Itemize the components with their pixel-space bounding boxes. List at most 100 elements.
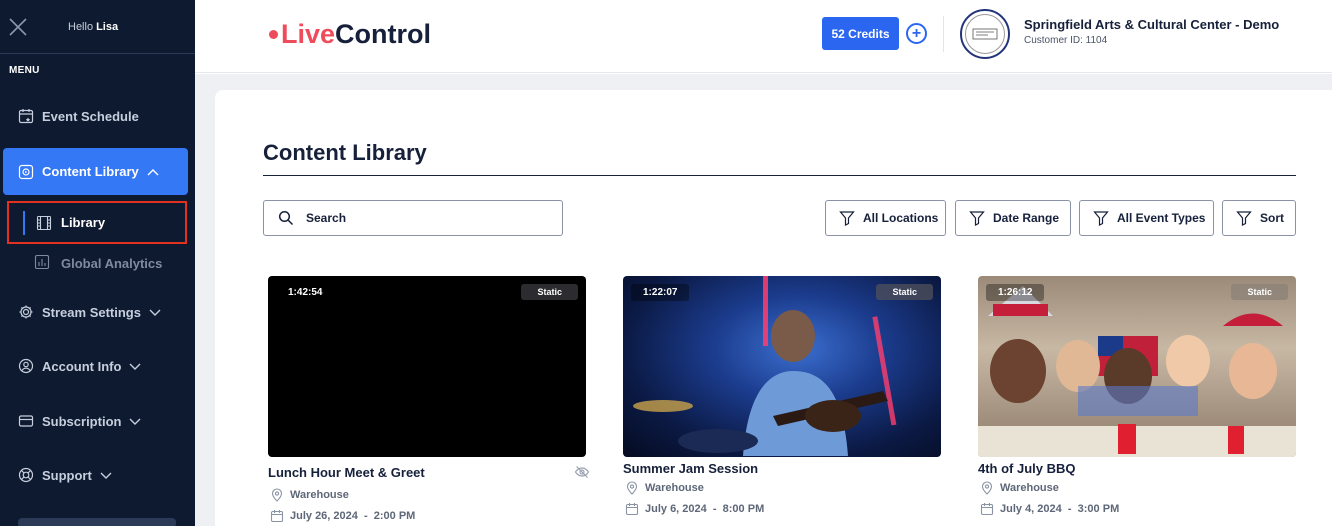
location-text: Warehouse <box>1000 482 1059 494</box>
static-badge: Static <box>876 284 933 300</box>
filter-date-range-button[interactable]: Date Range <box>955 200 1071 236</box>
duration-badge: 1:22:07 <box>631 284 690 301</box>
active-indicator <box>23 211 25 235</box>
calendar-icon <box>270 509 284 523</box>
sidebar-item-label: Subscription <box>42 414 141 429</box>
sidebar-item-content-library[interactable]: Content Library <box>3 148 188 195</box>
org-name: Springfield Arts & Cultural Center - Dem… <box>1024 17 1280 32</box>
event-location: Warehouse <box>625 481 704 495</box>
user-circle-icon <box>18 358 34 374</box>
sidebar-item-account-info[interactable]: Account Info <box>0 348 195 384</box>
event-thumbnail[interactable]: 1:42:54 Static <box>268 276 586 457</box>
user-name: Lisa <box>96 21 119 33</box>
map-pin-icon <box>625 481 639 495</box>
sidebar-header: Hello Lisa <box>0 0 195 54</box>
plus-icon: + <box>911 24 922 42</box>
top-header: Live Control 52 Credits + Springfield Art… <box>195 0 1332 73</box>
sidebar: Hello Lisa MENU Event Schedule Content Li… <box>0 0 195 526</box>
date-text: July 26, 2024 - 2:00 PM <box>290 510 416 522</box>
search-input[interactable] <box>306 211 546 225</box>
close-icon[interactable] <box>8 17 28 37</box>
film-icon <box>36 215 52 234</box>
duration-badge: 1:26:12 <box>986 284 1045 301</box>
sidebar-item-label: Account Info <box>42 359 141 374</box>
sidebar-item-label: Content Library <box>42 164 159 179</box>
sidebar-subitem-label: Global Analytics <box>61 256 163 271</box>
static-badge: Static <box>521 284 578 300</box>
sidebar-item-label: Event Schedule <box>42 108 139 124</box>
filter-label: Date Range <box>993 211 1060 225</box>
sidebar-item-event-schedule[interactable]: Event Schedule <box>0 98 195 134</box>
bbq-photo <box>978 286 1296 457</box>
org-logo-icon <box>965 14 1005 54</box>
location-text: Warehouse <box>645 482 704 494</box>
map-pin-icon <box>980 481 994 495</box>
filter-event-types-button[interactable]: All Event Types <box>1079 200 1214 236</box>
lifebuoy-icon <box>18 467 34 483</box>
event-date: July 26, 2024 - 2:00 PM <box>270 509 415 523</box>
filter-icon <box>839 210 855 226</box>
event-date: July 4, 2024 - 3:00 PM <box>980 502 1119 516</box>
search-box[interactable] <box>263 200 563 236</box>
credit-card-icon <box>18 413 34 429</box>
customer-id: Customer ID: 1104 <box>1024 35 1108 46</box>
sidebar-item-support[interactable]: Support <box>0 457 195 493</box>
chevron-down-icon <box>129 414 141 429</box>
location-text: Warehouse <box>290 489 349 501</box>
page-title: Content Library <box>263 140 427 165</box>
filter-icon <box>1236 210 1252 226</box>
sidebar-subitem-library[interactable]: Library <box>7 201 187 244</box>
sidebar-bottom-element <box>18 518 176 526</box>
logo-dot <box>269 30 278 39</box>
event-location: Warehouse <box>980 481 1059 495</box>
sidebar-subitem-label: Library <box>61 215 106 230</box>
credits-button[interactable]: 52 Credits <box>822 17 899 50</box>
sidebar-item-label: Support <box>42 468 112 483</box>
title-divider <box>263 175 1296 176</box>
logo-live-text: Live <box>281 19 336 49</box>
add-credits-button[interactable]: + <box>906 23 927 44</box>
calendar-icon <box>980 502 994 516</box>
calendar-star-icon <box>18 108 34 124</box>
event-title[interactable]: 4th of July BBQ <box>978 461 1076 476</box>
filter-label: All Locations <box>863 211 939 225</box>
event-thumbnail[interactable]: 1:26:12 Static <box>978 276 1296 457</box>
filter-label: All Event Types <box>1117 211 1206 225</box>
filter-icon <box>1093 210 1109 226</box>
sidebar-subitem-global-analytics[interactable]: Global Analytics <box>34 254 162 273</box>
chevron-up-icon <box>147 164 159 179</box>
chevron-down-icon <box>149 305 161 320</box>
app-logo[interactable]: Live Control <box>269 19 431 50</box>
duration-badge: 1:42:54 <box>288 287 323 298</box>
date-text: July 4, 2024 - 3:00 PM <box>1000 503 1120 515</box>
sort-button[interactable]: Sort <box>1222 200 1296 236</box>
date-text: July 6, 2024 - 8:00 PM <box>645 503 765 515</box>
logo-control-text: Control <box>335 19 432 49</box>
filter-icon <box>969 210 985 226</box>
sidebar-item-label: Stream Settings <box>42 305 161 320</box>
concert-photo <box>633 276 897 456</box>
event-title[interactable]: Lunch Hour Meet & Greet <box>268 465 425 480</box>
calendar-icon <box>625 502 639 516</box>
chevron-down-icon <box>100 468 112 483</box>
header-divider <box>943 16 944 52</box>
filter-label: Sort <box>1260 211 1284 225</box>
greeting: Hello Lisa <box>68 21 119 33</box>
sidebar-item-stream-settings[interactable]: Stream Settings <box>0 294 195 330</box>
chevron-down-icon <box>129 359 141 374</box>
event-thumbnail[interactable]: 1:22:07 Static <box>623 276 941 457</box>
event-date: July 6, 2024 - 8:00 PM <box>625 502 764 516</box>
bar-chart-icon <box>34 254 50 273</box>
org-avatar[interactable] <box>960 9 1010 59</box>
search-icon <box>278 210 294 226</box>
event-title[interactable]: Summer Jam Session <box>623 461 758 476</box>
map-pin-icon <box>270 488 284 502</box>
gear-icon <box>18 304 34 320</box>
sidebar-item-subscription[interactable]: Subscription <box>0 403 195 439</box>
play-square-icon <box>18 164 34 180</box>
static-badge: Static <box>1231 284 1288 300</box>
menu-label: MENU <box>9 65 40 76</box>
eye-off-icon[interactable] <box>574 464 590 480</box>
filter-all-locations-button[interactable]: All Locations <box>825 200 946 236</box>
event-location: Warehouse <box>270 488 349 502</box>
